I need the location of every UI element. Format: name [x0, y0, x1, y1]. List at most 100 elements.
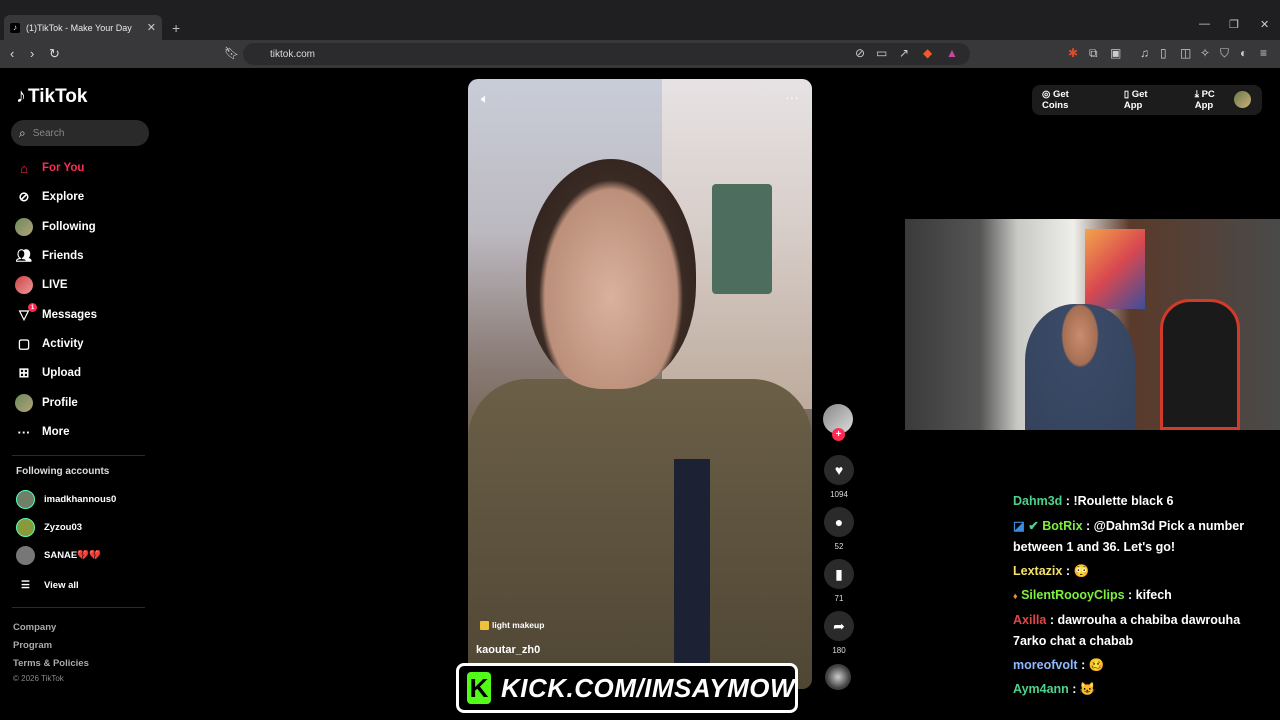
- close-tab-icon[interactable]: ✕: [147, 21, 156, 34]
- chat-emote: 🥴: [1088, 658, 1105, 672]
- bookmark-icon[interactable]: 🔖︎: [224, 46, 239, 60]
- extension-icon[interactable]: ✱: [1068, 46, 1078, 60]
- cast-icon[interactable]: ▭: [876, 46, 887, 60]
- activity-icon: ▢: [17, 336, 31, 351]
- sound-disc-icon[interactable]: [825, 664, 851, 690]
- search-input[interactable]: ⌕ Search: [11, 120, 149, 146]
- tiktok-logo[interactable]: ♪ TikTok: [16, 85, 87, 108]
- sidebar-toggle-icon[interactable]: ▯: [1160, 46, 1167, 60]
- heart-icon: ♥: [824, 455, 854, 485]
- chat-user: Axilla: [1013, 613, 1047, 627]
- browser-tab[interactable]: ♪ (1)TikTok - Make Your Day ✕: [4, 15, 162, 40]
- puzzle-icon[interactable]: ⧉: [1089, 46, 1098, 61]
- chat-text: kifech: [1135, 588, 1172, 602]
- wallet2-icon[interactable]: ◫: [1180, 46, 1191, 60]
- leo-icon[interactable]: ✧: [1200, 46, 1210, 60]
- home-icon: ⌂: [20, 160, 28, 176]
- user-avatar[interactable]: [1234, 91, 1251, 108]
- follow-plus-icon[interactable]: +: [832, 428, 845, 441]
- close-window-icon[interactable]: ✕: [1260, 18, 1269, 31]
- chat-emote: 😳: [1073, 564, 1090, 578]
- save-button[interactable]: ▮ 71: [823, 559, 855, 603]
- kick-url: KICK.COM/IMSAYMOW: [501, 672, 795, 703]
- account-icon[interactable]: ◐: [1240, 46, 1247, 60]
- nav-explore[interactable]: ⊘ Explore: [15, 186, 85, 208]
- wallet-icon[interactable]: ▣: [1110, 46, 1121, 60]
- footer-company[interactable]: Company: [13, 622, 56, 633]
- nav-messages[interactable]: ▽ 1 Messages: [15, 303, 97, 326]
- minimize-icon[interactable]: —: [1199, 18, 1210, 30]
- nav-friends[interactable]: 👥︎ Friends: [15, 245, 84, 267]
- back-icon[interactable]: ‹: [10, 46, 14, 61]
- chat-text: dawrouha a chabiba dawrouha 7arko chat a…: [1013, 613, 1241, 648]
- nav-more[interactable]: ··· More: [15, 421, 70, 443]
- nav-label: Activity: [42, 338, 84, 350]
- following-account[interactable]: Zyzou03: [16, 517, 82, 537]
- mute-tab-icon[interactable]: ⊘: [855, 46, 865, 60]
- nav-following[interactable]: Following: [15, 216, 96, 238]
- get-coins-button[interactable]: ◎ Get Coins: [1042, 89, 1110, 111]
- brave-rewards-icon[interactable]: ▲: [946, 46, 958, 60]
- messages-icon: ▽ 1: [15, 303, 37, 324]
- video-username[interactable]: kaoutar_zh0: [476, 644, 540, 656]
- music-icon[interactable]: ♫: [1140, 46, 1149, 60]
- nav-label: Profile: [42, 397, 78, 409]
- comment-button[interactable]: ● 52: [823, 507, 855, 551]
- upload-icon: ⊞: [18, 365, 30, 380]
- account-name: imadkhannous0: [44, 493, 117, 505]
- brave-shield-icon[interactable]: ◆: [923, 46, 932, 60]
- like-button[interactable]: ♥ 1094: [823, 455, 855, 499]
- forward-icon[interactable]: ›: [30, 46, 34, 61]
- nav-upload[interactable]: ⊞ Upload: [15, 362, 81, 384]
- chat-message: moreofvolt : 🥴: [1013, 658, 1105, 672]
- badge-icon: ♦: [1013, 591, 1018, 601]
- account-avatar: [16, 489, 35, 509]
- new-tab-icon[interactable]: +: [172, 20, 180, 36]
- account-avatar: [16, 545, 35, 565]
- footer-program[interactable]: Program: [13, 640, 52, 651]
- live-avatar-icon: [15, 276, 33, 294]
- nav-profile[interactable]: Profile: [15, 392, 78, 414]
- vpn-icon[interactable]: ⛉: [1220, 46, 1229, 61]
- nav-for-you[interactable]: ⌂ For You: [15, 157, 84, 179]
- friends-icon: 👥︎: [15, 248, 33, 263]
- following-account[interactable]: imadkhannous0: [16, 489, 116, 509]
- nav-label: Friends: [42, 250, 84, 262]
- footer-terms[interactable]: Terms & Policies: [13, 658, 89, 669]
- get-app-button[interactable]: ▯ Get App: [1124, 89, 1181, 111]
- nav-live[interactable]: LIVE: [15, 274, 68, 296]
- tag-label: light makeup: [492, 620, 545, 630]
- reload-icon[interactable]: ↻: [49, 46, 60, 62]
- kick-logo-icon: K: [467, 672, 491, 704]
- list-icon: ☰: [21, 579, 30, 591]
- nav-label: Upload: [42, 367, 81, 379]
- chat-user: Aym4ann: [1013, 682, 1069, 696]
- more-options-icon[interactable]: ···: [785, 89, 799, 105]
- chat-user: moreofvolt: [1013, 658, 1078, 672]
- messages-badge: 1: [28, 303, 37, 312]
- menu-icon[interactable]: ≡: [1260, 46, 1267, 60]
- divider: [12, 607, 145, 608]
- video-player[interactable]: 🔈︎ ··· light makeup kaoutar_zh0: [468, 79, 812, 689]
- video-frame-strap: [674, 459, 710, 689]
- webcam-poster: [1085, 229, 1145, 309]
- view-all-link[interactable]: ☰ View all: [16, 575, 79, 595]
- tag-icon: [480, 620, 489, 630]
- following-account[interactable]: SANAE💔💔: [16, 545, 101, 565]
- account-name: SANAE💔💔: [44, 549, 101, 561]
- volume-icon[interactable]: 🔈︎: [481, 91, 489, 107]
- share-icon[interactable]: ↗: [899, 46, 909, 60]
- search-placeholder: Search: [32, 127, 65, 139]
- avatar-icon: [15, 218, 33, 236]
- more-icon: ···: [17, 424, 31, 440]
- save-count: 71: [834, 594, 844, 603]
- search-icon: ⌕: [19, 125, 26, 140]
- webcam-streamer: [1025, 304, 1135, 430]
- nav-label: Explore: [42, 191, 85, 203]
- copyright: © 2026 TikTok: [13, 674, 64, 683]
- share-button[interactable]: ➦ 180: [823, 611, 855, 655]
- video-tag[interactable]: light makeup: [480, 620, 544, 630]
- restore-icon[interactable]: ❐: [1229, 18, 1239, 31]
- nav-activity[interactable]: ▢ Activity: [15, 333, 84, 355]
- chat-emote: 😺: [1079, 682, 1096, 696]
